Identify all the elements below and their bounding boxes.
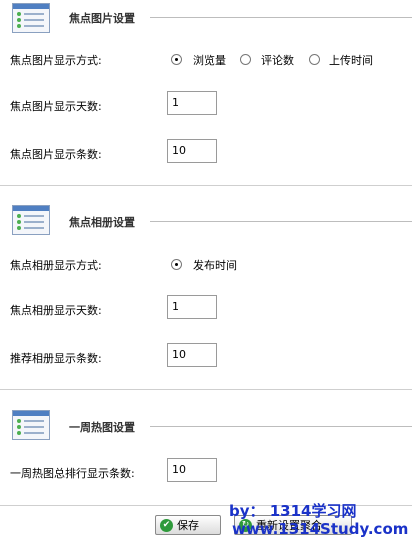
section-divider [150,221,412,222]
section-divider [150,17,412,18]
focus-image-count-label: 焦点图片显示条数: [10,148,102,161]
radio-upload-time-label[interactable]: 上传时间 [329,52,373,68]
focus-image-mode-label: 焦点图片显示方式: [10,54,102,67]
weekly-hot-count-input[interactable]: 10 [167,458,217,482]
save-button[interactable]: ✔ 保存 [155,515,221,535]
section-separator [0,185,412,186]
section-separator [0,389,412,390]
recommended-album-count-input[interactable]: 10 [167,343,217,367]
settings-panel-icon [12,3,50,33]
radio-upload-time[interactable] [309,54,320,65]
save-button-label: 保存 [177,519,199,532]
settings-panel-icon [12,205,50,235]
section-divider [150,426,412,427]
settings-panel-icon [12,410,50,440]
radio-views[interactable] [171,54,182,65]
focus-album-mode-label: 焦点相册显示方式: [10,259,102,272]
radio-views-label[interactable]: 浏览量 [193,52,226,68]
checkmark-icon: ✔ [160,518,173,532]
radio-comments[interactable] [240,54,251,65]
weekly-hot-count-label: 一周热图总排行显示条数: [10,467,135,480]
focus-album-days-label: 焦点相册显示天数: [10,304,102,317]
radio-comments-label[interactable]: 评论数 [261,52,294,68]
section-title-weekly-hot: 一周热图设置 [69,421,135,434]
section-title-focus-albums: 焦点相册设置 [69,216,135,229]
watermark-line1: by： 1314学习网 [229,502,357,520]
focus-image-days-input[interactable]: 1 [167,91,217,115]
radio-publish-time-label[interactable]: 发布时间 [193,257,237,273]
section-title-focus-images: 焦点图片设置 [69,12,135,25]
focus-image-days-label: 焦点图片显示天数: [10,100,102,113]
recommended-album-count-label: 推荐相册显示条数: [10,352,102,365]
watermark-line2: www.1314Study.com [232,520,409,538]
focus-image-count-input[interactable]: 10 [167,139,217,163]
radio-publish-time[interactable] [171,259,182,270]
focus-album-days-input[interactable]: 1 [167,295,217,319]
